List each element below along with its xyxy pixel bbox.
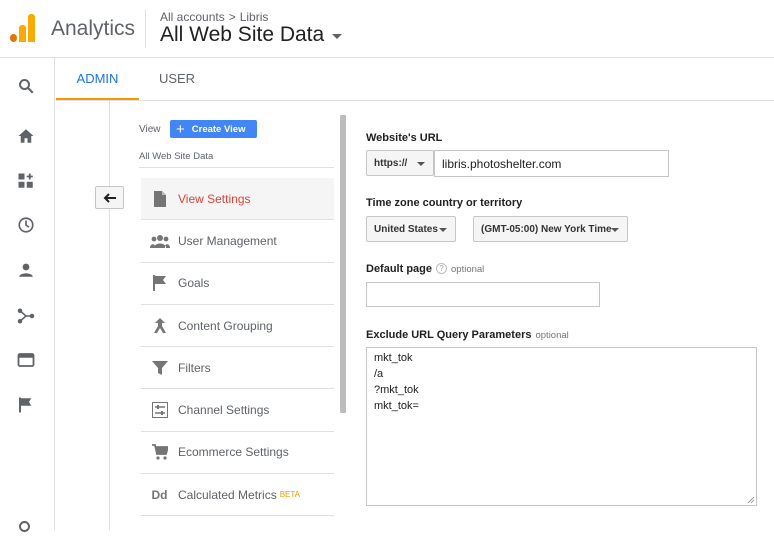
chevron-down-icon[interactable]	[332, 33, 343, 39]
customization-icon[interactable]	[16, 171, 36, 191]
channel-settings-icon	[141, 402, 178, 419]
search-icon[interactable]	[16, 518, 36, 538]
beta-badge: BETA	[279, 490, 301, 500]
menu-item-calculated-metrics[interactable]: Dd Calculated Metrics BETA	[141, 474, 334, 517]
app-name: Analytics	[51, 17, 136, 40]
country-select[interactable]: United States	[366, 216, 456, 242]
website-url-label: Website's URL	[366, 132, 443, 144]
timezone-select[interactable]: (GMT-05:00) New York Time	[473, 216, 628, 242]
textarea-line: ?mkt_tok	[374, 384, 419, 396]
search-icon[interactable]	[16, 76, 36, 96]
exclude-params-label: Exclude URL Query Parameters optional	[366, 329, 569, 341]
menu-item-label: Goals	[178, 276, 210, 291]
default-page-input[interactable]	[366, 282, 600, 307]
acquisition-icon[interactable]	[16, 306, 36, 326]
admin-tabs: ADMIN USER	[56, 58, 774, 100]
scrollbar[interactable]	[340, 115, 346, 413]
breadcrumb-account[interactable]: Libris	[240, 10, 269, 24]
menu-item-user-management[interactable]: User Management	[141, 220, 334, 263]
website-url-input[interactable]: libris.photoshelter.com	[434, 150, 669, 177]
chevron-down-icon	[417, 162, 425, 166]
menu-item-label: View Settings	[178, 191, 251, 206]
breadcrumb-separator: >	[228, 10, 236, 24]
exclude-params-label-text: Exclude URL Query Parameters	[366, 329, 532, 341]
textarea-line: /a	[374, 368, 384, 380]
back-arrow-icon	[103, 192, 116, 203]
content-grouping-icon	[141, 317, 178, 334]
menu-item-content-grouping[interactable]: Content Grouping	[141, 305, 334, 348]
exclude-params-textarea[interactable]: mkt_tok /a ?mkt_tok mkt_tok=	[366, 347, 757, 506]
back-button[interactable]	[95, 186, 124, 209]
textarea-line: mkt_tok=	[374, 400, 419, 412]
resize-grip-icon[interactable]	[747, 496, 755, 504]
tab-divider	[56, 100, 774, 101]
filter-icon	[141, 360, 178, 376]
chevron-down-icon	[611, 228, 619, 232]
view-name[interactable]: All Web Site Data	[139, 151, 213, 162]
cart-icon	[141, 444, 178, 461]
menu-item-label: Calculated Metrics	[178, 487, 277, 502]
menu-item-label: Filters	[178, 360, 211, 375]
behavior-icon[interactable]	[16, 350, 36, 370]
header-divider	[145, 10, 146, 48]
breadcrumb-root[interactable]: All accounts	[160, 10, 225, 24]
view-divider	[139, 167, 334, 168]
flag-icon	[141, 275, 178, 292]
tab-user[interactable]: USER	[147, 58, 207, 100]
view-label: View	[139, 124, 161, 135]
create-view-label: Create View	[191, 123, 246, 135]
menu-item-ecommerce-settings[interactable]: Ecommerce Settings	[141, 432, 334, 475]
analytics-logo[interactable]	[10, 14, 36, 42]
menu-item-channel-settings[interactable]: Channel Settings	[141, 389, 334, 432]
protocol-value: https://	[374, 157, 408, 169]
protocol-select[interactable]: https://	[366, 150, 434, 176]
menu-item-label: User Management	[178, 233, 277, 248]
conversions-icon[interactable]	[16, 395, 36, 415]
document-icon	[141, 190, 178, 207]
timezone-value: (GMT-05:00) New York Time	[481, 223, 612, 235]
property-title[interactable]: All Web Site Data	[160, 23, 324, 47]
optional-label: optional	[451, 264, 485, 275]
plus-icon: +	[176, 120, 185, 138]
chevron-down-icon	[439, 228, 447, 232]
menu-item-label: Ecommerce Settings	[178, 445, 289, 460]
menu-item-filters[interactable]: Filters	[141, 347, 334, 390]
help-icon[interactable]: ?	[436, 263, 448, 274]
create-view-button[interactable]: + Create View	[170, 120, 257, 138]
menu-item-label: Channel Settings	[178, 403, 270, 418]
dd-icon: Dd	[151, 487, 168, 502]
optional-label: optional	[535, 330, 569, 341]
breadcrumb[interactable]: All accounts > Libris	[160, 10, 268, 24]
timezone-label: Time zone country or territory	[366, 197, 523, 209]
column-divider	[109, 101, 110, 530]
default-page-label: Default page? optional	[366, 263, 484, 275]
left-nav	[0, 58, 55, 532]
view-settings-menu: View Settings User Management Goals Cont…	[141, 178, 334, 517]
country-value: United States	[374, 223, 438, 235]
textarea-line: mkt_tok	[374, 352, 413, 364]
menu-item-goals[interactable]: Goals	[141, 263, 334, 305]
audience-icon[interactable]	[16, 260, 36, 280]
menu-item-label: Content Grouping	[178, 318, 273, 333]
menu-item-view-settings[interactable]: View Settings	[141, 178, 334, 221]
home-icon[interactable]	[16, 126, 36, 146]
property-selector[interactable]: All Web Site Data	[160, 23, 343, 47]
top-header: Analytics All accounts > Libris All Web Si…	[0, 0, 774, 58]
tab-admin[interactable]: ADMIN	[56, 58, 139, 100]
default-page-label-text: Default page	[366, 263, 433, 275]
users-icon	[141, 234, 178, 248]
realtime-icon[interactable]	[16, 215, 36, 235]
